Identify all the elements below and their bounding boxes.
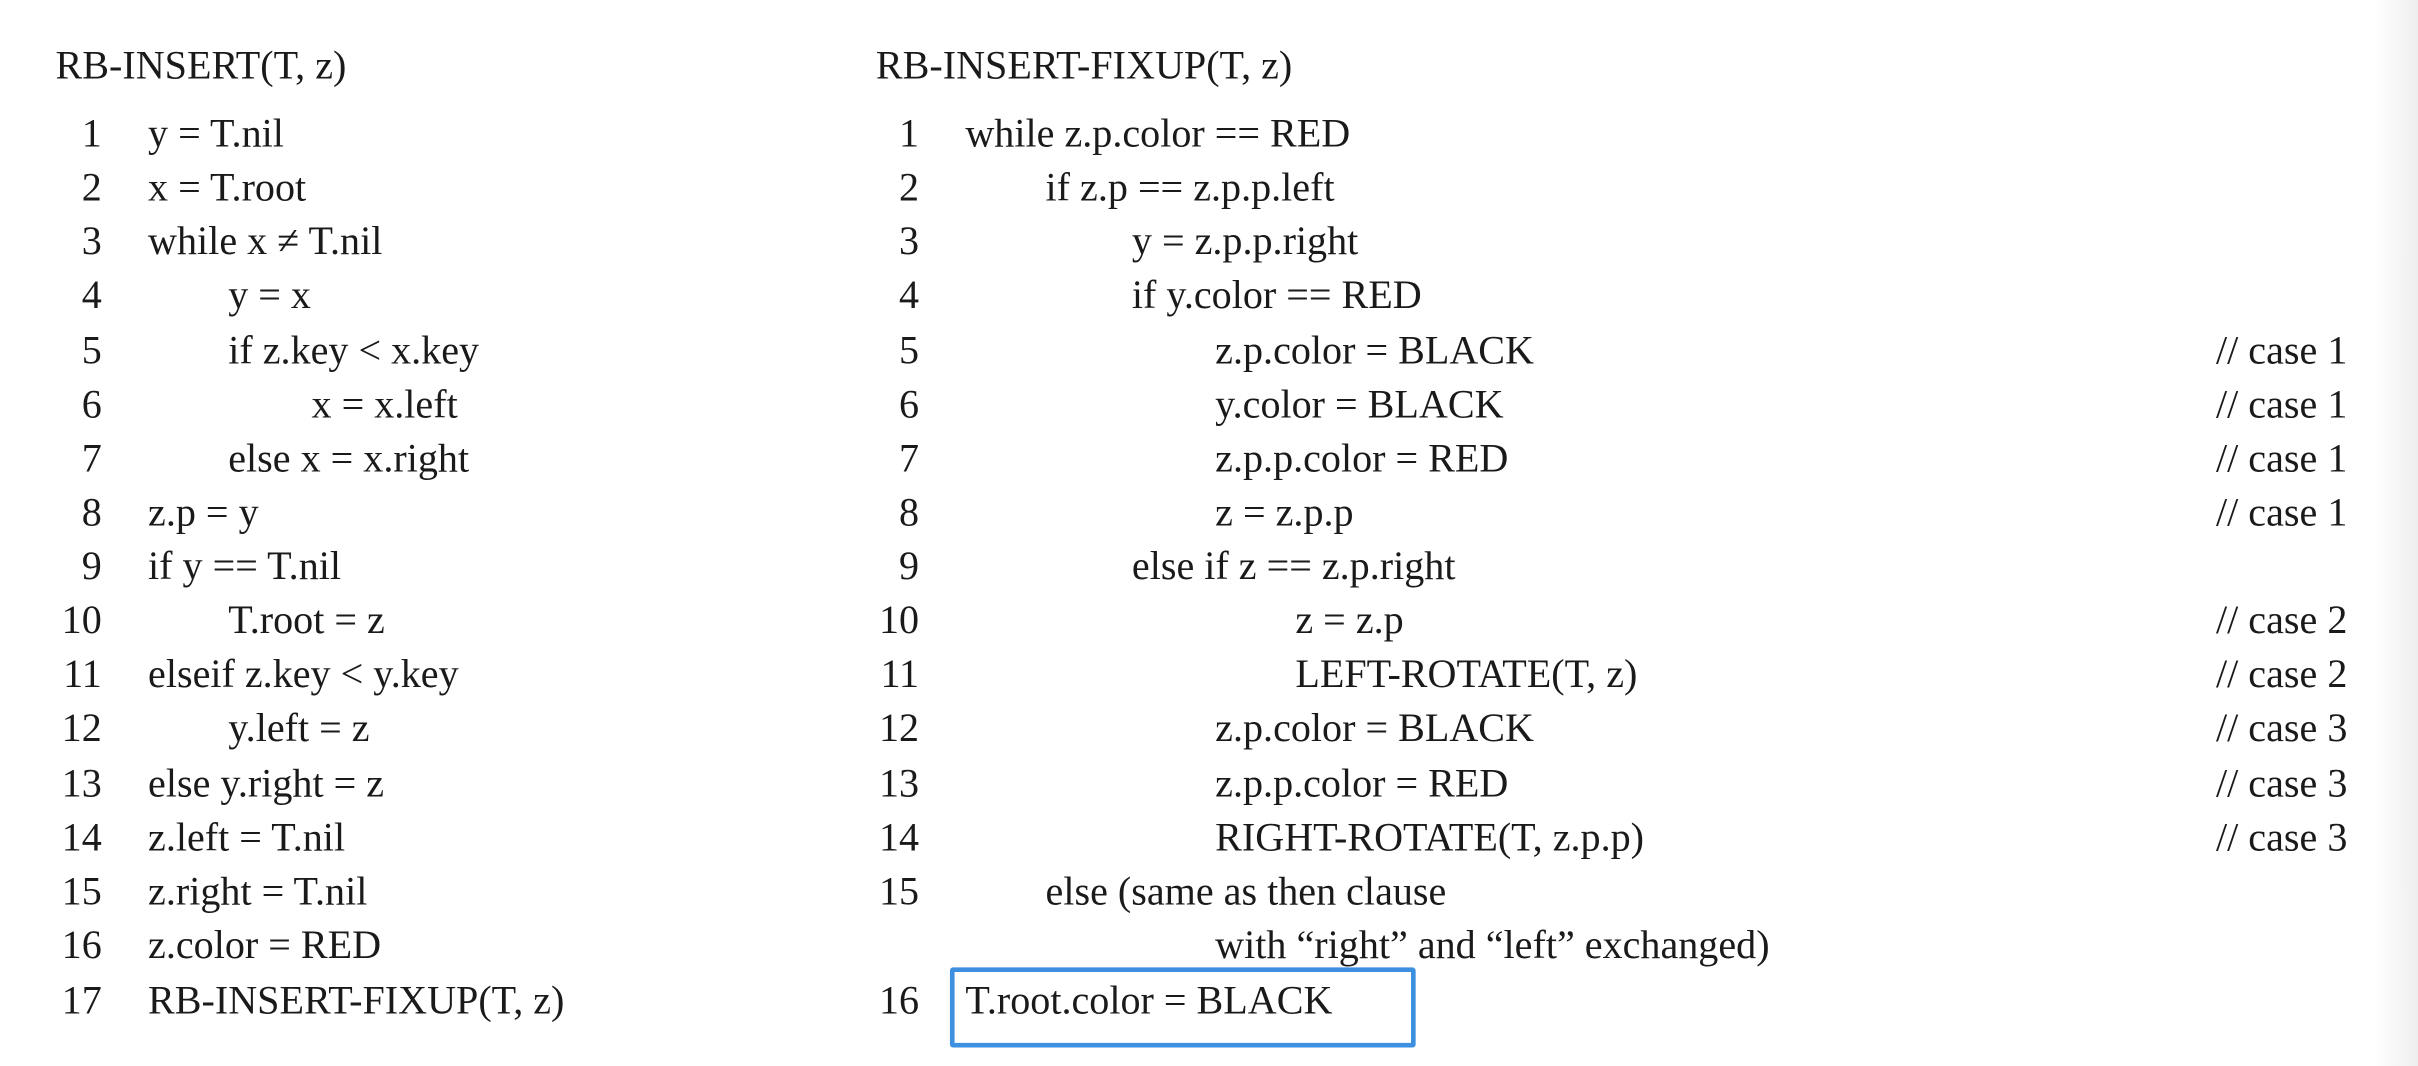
- code-text: z.p.p.color = RED: [1215, 435, 1509, 481]
- code-line: 1 while z.p.color == RED: [864, 108, 2406, 160]
- line-number: 14: [61, 814, 102, 860]
- code-line: 10 z = z.p // case 2: [864, 595, 2406, 647]
- case-comment: // case 2: [2215, 597, 2348, 643]
- line-number: 4: [81, 272, 102, 318]
- procedure-title: RB-INSERT(T, z): [55, 43, 347, 88]
- line-number: 2: [899, 164, 920, 210]
- code-text: z.right = T.nil: [148, 868, 368, 914]
- code-text: z.color = RED: [148, 922, 382, 968]
- code-text: y = T.nil: [148, 110, 284, 156]
- line-number: 8: [899, 489, 920, 535]
- code-text: RIGHT-ROTATE(T, z.p.p): [1215, 814, 1645, 860]
- code-text: with “right” and “left” exchanged): [1215, 922, 1770, 968]
- line-number: 10: [878, 597, 920, 643]
- line-number: 4: [899, 272, 920, 318]
- line-number: 11: [63, 651, 102, 697]
- code-text: if z.p == z.p.p.left: [1045, 164, 1335, 210]
- code-text: y.color = BLACK: [1215, 382, 1504, 427]
- case-comment: // case 1: [2215, 489, 2348, 535]
- code-text: if y.color == RED: [1131, 272, 1422, 318]
- procedure-title: RB-INSERT-FIXUP(T, z): [875, 43, 1293, 88]
- highlight-box: [949, 967, 1416, 1048]
- code-text: y = x: [228, 272, 311, 318]
- code-line: 9 else if z == z.p.right: [864, 541, 2406, 593]
- code-text: else if z == z.p.right: [1131, 543, 1456, 589]
- code-line: with “right” and “left” exchanged): [864, 920, 2406, 972]
- code-text: z = z.p: [1295, 597, 1404, 643]
- case-comment: // case 1: [2215, 382, 2348, 427]
- code-text: if y == T.nil: [148, 543, 342, 589]
- code-text: else y.right = z: [148, 761, 385, 806]
- case-comment: // case 3: [2215, 705, 2348, 751]
- line-number: 1: [81, 110, 102, 156]
- edge-shadow: [2374, 0, 2418, 1066]
- code-line: 2 if z.p == z.p.p.left: [864, 162, 2406, 214]
- code-text: elseif z.key < y.key: [148, 651, 459, 697]
- case-comment: // case 3: [2215, 814, 2348, 860]
- line-number: 12: [878, 705, 920, 751]
- line-number: 8: [81, 489, 102, 535]
- line-number: 7: [899, 435, 920, 481]
- line-number: 16: [878, 978, 920, 1023]
- line-number: 13: [878, 761, 920, 806]
- line-number: 17: [61, 978, 102, 1023]
- code-text: LEFT-ROTATE(T, z): [1295, 651, 1638, 697]
- line-number: 2: [81, 164, 102, 210]
- line-number: 11: [880, 651, 920, 697]
- line-number: 15: [878, 868, 920, 914]
- line-number: 9: [81, 543, 102, 589]
- code-text: while z.p.color == RED: [965, 110, 1351, 156]
- line-number: 10: [61, 597, 102, 643]
- code-text: z.p.color = BLACK: [1215, 705, 1535, 751]
- code-line: 12 z.p.color = BLACK // case 3: [864, 702, 2406, 754]
- code-text: x = x.left: [311, 382, 458, 427]
- line-number: 14: [878, 814, 920, 860]
- line-number: 13: [61, 761, 102, 806]
- code-text: z.p = y: [148, 489, 259, 535]
- line-number: 9: [899, 543, 920, 589]
- line-number: 6: [81, 382, 102, 427]
- line-number: 1: [899, 110, 920, 156]
- code-line: 3 y = z.p.p.right: [864, 216, 2406, 268]
- code-text: y = z.p.p.right: [1131, 218, 1359, 264]
- code-text: z.p.p.color = RED: [1215, 761, 1509, 806]
- case-comment: // case 2: [2215, 651, 2348, 697]
- algorithm-figure: RB-INSERT(T, z) 1 y = T.nil 2 x = T.root 3…: [0, 0, 2418, 1066]
- line-number: 3: [81, 218, 102, 264]
- code-text: if z.key < x.key: [228, 328, 480, 373]
- case-comment: // case 1: [2215, 435, 2348, 481]
- code-line: 5 z.p.color = BLACK // case 1: [864, 325, 2406, 377]
- code-text: while x ≠ T.nil: [148, 218, 383, 264]
- line-number: 12: [61, 705, 102, 751]
- code-line: 13 z.p.p.color = RED // case 3: [864, 758, 2406, 810]
- code-line: 14 RIGHT-ROTATE(T, z.p.p) // case 3: [864, 812, 2406, 864]
- code-text: z.p.color = BLACK: [1215, 328, 1535, 373]
- code-text: x = T.root: [148, 164, 307, 210]
- code-line: 8 z = z.p.p // case 1: [864, 487, 2406, 539]
- line-number: 15: [61, 868, 102, 914]
- case-comment: // case 1: [2215, 328, 2348, 373]
- code-text: RB-INSERT-FIXUP(T, z): [148, 978, 565, 1023]
- line-number: 3: [899, 218, 920, 264]
- case-comment: // case 3: [2215, 761, 2348, 806]
- code-text: else (same as then clause: [1045, 868, 1447, 914]
- code-line: 11 LEFT-ROTATE(T, z) // case 2: [864, 649, 2406, 701]
- line-number: 16: [61, 922, 102, 968]
- code-text: z.left = T.nil: [148, 814, 346, 860]
- code-line: 4 if y.color == RED: [864, 270, 2406, 322]
- code-text: y.left = z: [228, 705, 370, 751]
- line-number: 5: [899, 328, 920, 373]
- line-number: 5: [81, 328, 102, 373]
- code-text: T.root = z: [228, 597, 385, 643]
- code-line: 7 z.p.p.color = RED // case 1: [864, 433, 2406, 485]
- code-text: z = z.p.p: [1215, 489, 1354, 535]
- code-line: 15 else (same as then clause: [864, 866, 2406, 918]
- code-text: else x = x.right: [228, 435, 470, 481]
- line-number: 6: [899, 382, 920, 427]
- code-line: 6 y.color = BLACK // case 1: [864, 379, 2406, 431]
- line-number: 7: [81, 435, 102, 481]
